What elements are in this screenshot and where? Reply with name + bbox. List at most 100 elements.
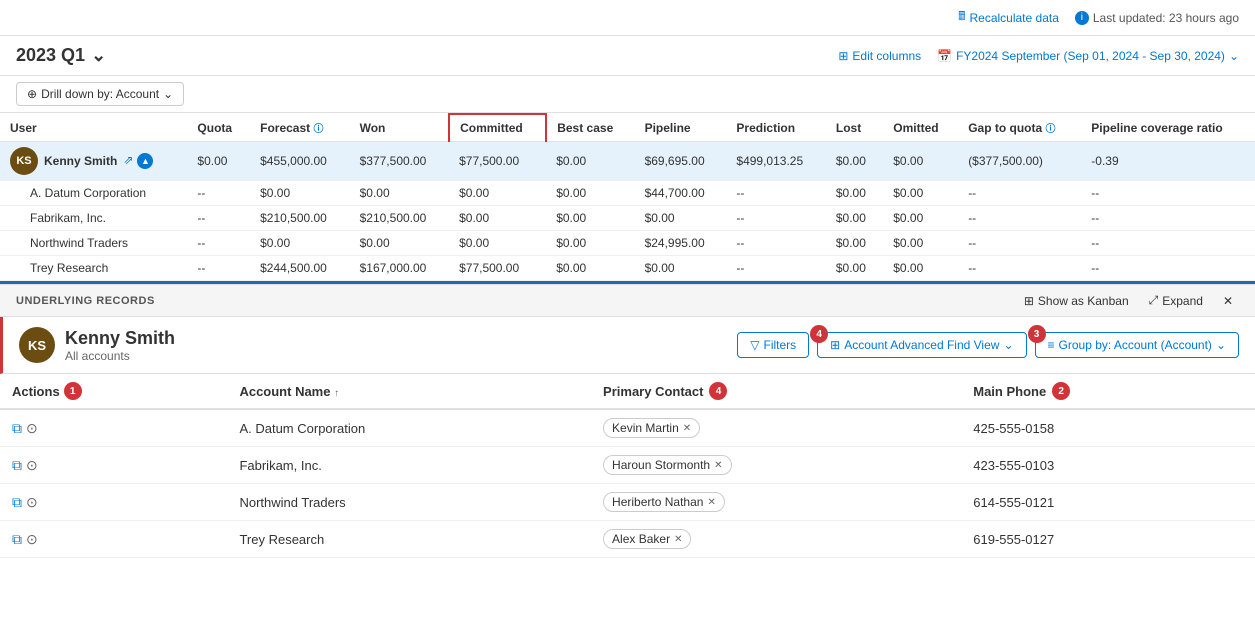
pipeline-cell: $69,695.00 <box>635 142 727 181</box>
committed-cell: $77,500.00 <box>449 142 546 181</box>
ks-avatar-large: KS <box>19 327 55 363</box>
expand-icon: ⤢ <box>1149 293 1159 308</box>
quarter-title[interactable]: 2023 Q1 ⌄ <box>16 45 106 66</box>
table-row[interactable]: Trey Research -- $244,500.00 $167,000.00… <box>0 256 1255 281</box>
show-kanban-button[interactable]: ⊞ Show as Kanban <box>1018 292 1135 310</box>
table-row[interactable]: A. Datum Corporation -- $0.00 $0.00 $0.0… <box>0 181 1255 206</box>
advanced-find-button[interactable]: ⊞ Account Advanced Find View 4 ⌄ <box>817 332 1026 358</box>
calendar-icon: 📅 <box>937 49 952 63</box>
col-pipeline: Pipeline <box>635 114 727 142</box>
badge-2-phone: 2 <box>1052 382 1070 400</box>
lost-cell: $0.00 <box>826 142 883 181</box>
contact-cell: Alex Baker ✕ <box>591 521 961 558</box>
user-icons: ⇗ ▲ <box>123 153 153 169</box>
recalculate-button[interactable]: 🖩 Recalculate data <box>958 7 1059 28</box>
options-icon[interactable]: ⊙ <box>26 494 38 511</box>
expand-button[interactable]: ⤢ Expand <box>1143 291 1209 310</box>
expand-label: Expand <box>1162 294 1203 308</box>
col-won: Won <box>350 114 449 142</box>
open-record-icon[interactable]: ⧉ <box>12 457 22 474</box>
top-bar: 🖩 Recalculate data i Last updated: 23 ho… <box>0 0 1255 36</box>
open-record-icon[interactable]: ⧉ <box>12 420 22 437</box>
col-prediction: Prediction <box>726 114 825 142</box>
user-name: Kenny Smith <box>44 154 117 168</box>
records-table: Actions 1 Account Name ↑ Primary Contact… <box>0 374 1255 558</box>
ks-info: KS Kenny Smith All accounts <box>19 327 175 363</box>
contact-name: Alex Baker <box>612 532 670 546</box>
filters-button[interactable]: ▽ Filters <box>737 332 809 358</box>
col-committed: Committed <box>449 114 546 142</box>
underlying-section: UNDERLYING RECORDS ⊞ Show as Kanban ⤢ Ex… <box>0 284 1255 558</box>
recalculate-label: Recalculate data <box>969 11 1058 25</box>
chevron-down-icon: ⌄ <box>1216 338 1226 352</box>
col-gap: Gap to quota ⓘ <box>958 114 1081 142</box>
remove-contact-icon[interactable]: ✕ <box>714 460 722 471</box>
badge-1: 1 <box>64 382 82 400</box>
expand-icon[interactable]: ⇗ <box>123 153 133 169</box>
list-item[interactable]: ⧉ ⊙ Northwind Traders Heriberto Nathan ✕… <box>0 484 1255 521</box>
filter-icon: ▽ <box>750 338 759 352</box>
list-item[interactable]: ⧉ ⊙ Fabrikam, Inc. Haroun Stormonth ✕ 42… <box>0 447 1255 484</box>
list-item[interactable]: ⧉ ⊙ Trey Research Alex Baker ✕ 619-555-0… <box>0 521 1255 558</box>
contact-cell: Haroun Stormonth ✕ <box>591 447 961 484</box>
info-icon: i <box>1075 11 1089 25</box>
contact-name: Heriberto Nathan <box>612 495 703 509</box>
won-cell: $377,500.00 <box>350 142 449 181</box>
grid-icon: ⊞ <box>830 338 840 352</box>
col-phone-label: Main Phone <box>973 384 1046 399</box>
options-icon[interactable]: ⊙ <box>26 531 38 548</box>
fy-selector[interactable]: 📅 FY2024 September (Sep 01, 2024 - Sep 3… <box>937 49 1239 63</box>
col-pipeline-ratio: Pipeline coverage ratio <box>1081 114 1255 142</box>
table-row[interactable]: Northwind Traders -- $0.00 $0.00 $0.00 $… <box>0 231 1255 256</box>
drill-label: Drill down by: Account <box>41 87 159 101</box>
actions-cell: ⧉ ⊙ <box>0 409 227 447</box>
account-name-cell: A. Datum Corporation <box>227 409 591 447</box>
open-record-icon[interactable]: ⧉ <box>12 531 22 548</box>
list-item[interactable]: ⧉ ⊙ A. Datum Corporation Kevin Martin ✕ … <box>0 409 1255 447</box>
col-omitted: Omitted <box>883 114 958 142</box>
actions-cell: ⧉ ⊙ <box>0 521 227 558</box>
chevron-down-icon: ⌄ <box>1229 49 1239 63</box>
open-record-icon[interactable]: ⧉ <box>12 494 22 511</box>
advanced-find-label: Account Advanced Find View <box>844 338 999 352</box>
col-phone-header: Main Phone 2 <box>961 374 1255 409</box>
contact-tag: Haroun Stormonth ✕ <box>603 455 731 475</box>
remove-contact-icon[interactable]: ✕ <box>683 423 691 434</box>
table-row[interactable]: Fabrikam, Inc. -- $210,500.00 $210,500.0… <box>0 206 1255 231</box>
ratio-cell: -0.39 <box>1081 142 1255 181</box>
header-actions: ⊞ Edit columns 📅 FY2024 September (Sep 0… <box>838 49 1239 63</box>
contact-cell: Heriberto Nathan ✕ <box>591 484 961 521</box>
underlying-header-buttons: ⊞ Show as Kanban ⤢ Expand ✕ <box>1018 291 1239 310</box>
main-row-kenny-smith[interactable]: KS Kenny Smith ⇗ ▲ $0.00 $455,000.00 $37… <box>0 142 1255 181</box>
sub-name-0: A. Datum Corporation <box>0 181 187 206</box>
contact-tag: Kevin Martin ✕ <box>603 418 700 438</box>
remove-contact-icon[interactable]: ✕ <box>674 534 682 545</box>
col-actions-label: Actions <box>12 384 60 399</box>
records-table-wrap: Actions 1 Account Name ↑ Primary Contact… <box>0 374 1255 558</box>
sub-name-2: Northwind Traders <box>0 231 187 256</box>
group-by-button[interactable]: ≡ Group by: Account (Account) 3 ⌄ <box>1035 332 1240 358</box>
contact-tag: Alex Baker ✕ <box>603 529 691 549</box>
edit-columns-button[interactable]: ⊞ Edit columns <box>838 49 921 63</box>
account-name-cell: Fabrikam, Inc. <box>227 447 591 484</box>
options-icon[interactable]: ⊙ <box>26 457 38 474</box>
col-lost: Lost <box>826 114 883 142</box>
chevron-down-icon: ⌄ <box>1003 338 1013 352</box>
remove-contact-icon[interactable]: ✕ <box>707 497 715 508</box>
options-icon[interactable]: ⊙ <box>26 420 38 437</box>
drill-icon: ⊕ <box>27 87 37 101</box>
ks-actions: ▽ Filters ⊞ Account Advanced Find View 4… <box>737 332 1239 358</box>
gap-cell: ($377,500.00) <box>958 142 1081 181</box>
ks-text: Kenny Smith All accounts <box>65 328 175 363</box>
account-name-cell: Trey Research <box>227 521 591 558</box>
chevron-down-icon: ⌄ <box>91 45 106 66</box>
close-underlying-button[interactable]: ✕ <box>1217 292 1239 310</box>
ks-name: Kenny Smith <box>65 328 175 349</box>
drill-down-button[interactable]: ⊕ Drill down by: Account ⌄ <box>16 82 184 106</box>
show-kanban-label: Show as Kanban <box>1038 294 1129 308</box>
groupby-icon: ≡ <box>1048 338 1055 352</box>
columns-icon: ⊞ <box>838 49 848 63</box>
sort-icon[interactable]: ↑ <box>334 388 339 399</box>
kanban-icon: ⊞ <box>1024 294 1034 308</box>
omitted-cell: $0.00 <box>883 142 958 181</box>
